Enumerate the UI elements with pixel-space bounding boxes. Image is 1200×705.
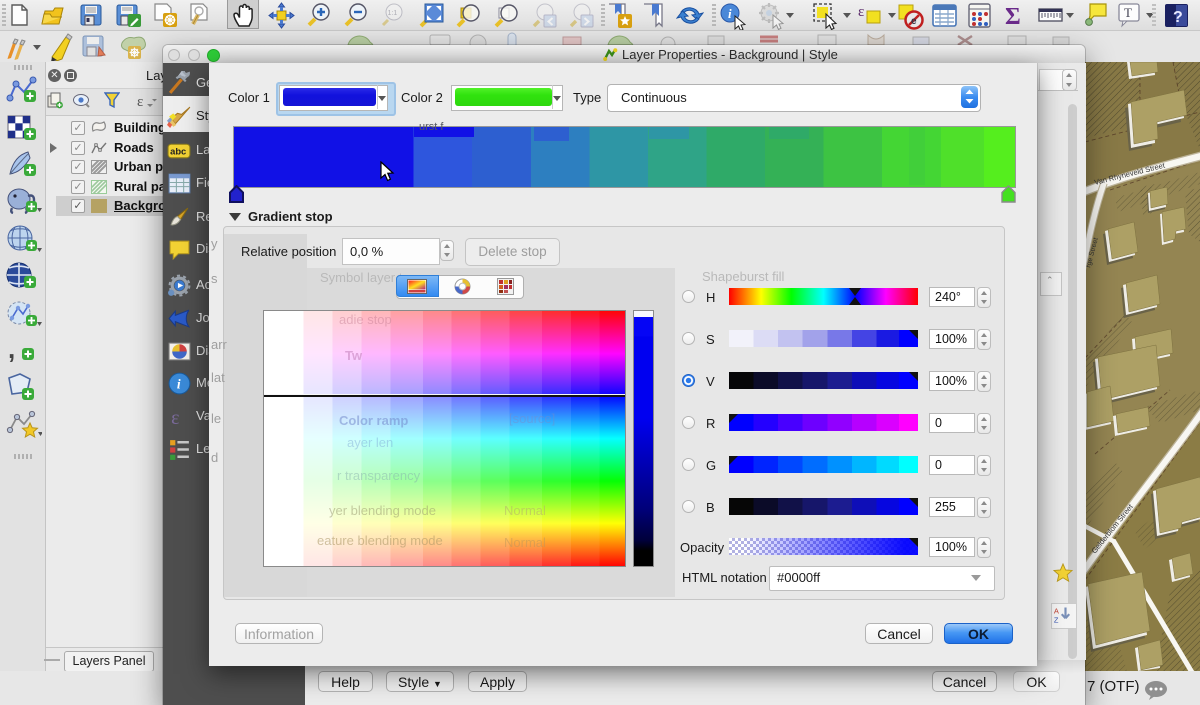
svg-text:Z: Z [1054, 616, 1059, 625]
svg-text:ε: ε [858, 4, 864, 20]
svg-text:Σ: Σ [1005, 4, 1021, 29]
svg-text:A: A [1054, 606, 1059, 615]
svg-text:1:1: 1:1 [388, 10, 398, 17]
svg-text:abc: abc [170, 147, 186, 157]
svg-text:T: T [1124, 5, 1132, 20]
svg-text:i: i [728, 6, 732, 21]
svg-text:ε: ε [137, 94, 143, 109]
svg-text:i: i [177, 377, 181, 392]
svg-text:,: , [8, 336, 15, 364]
svg-text:?: ? [1173, 9, 1183, 26]
svg-text:e: e [911, 16, 917, 27]
svg-text:ε: ε [171, 407, 179, 429]
